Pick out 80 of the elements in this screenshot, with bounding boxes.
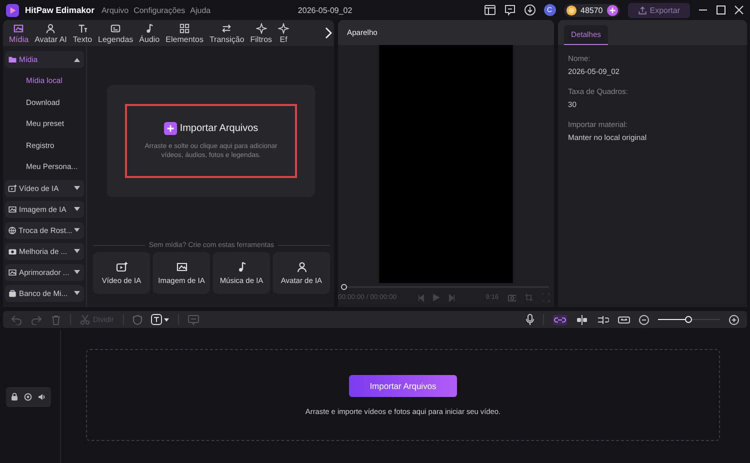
caret-icon <box>74 228 80 232</box>
split-clip-icon[interactable] <box>576 314 588 324</box>
caret-icon <box>74 291 80 295</box>
zoom-in-icon[interactable] <box>729 314 739 324</box>
tab-label: Filtros <box>250 34 272 44</box>
caret-icon <box>74 249 80 253</box>
download-icon[interactable] <box>524 4 536 16</box>
person-icon <box>45 22 56 34</box>
sparkle-icon <box>278 22 290 34</box>
chevron-right-icon[interactable] <box>324 27 332 39</box>
caret-icon <box>74 186 80 190</box>
arrows-icon <box>221 22 232 34</box>
tab-label: Transição <box>209 34 244 44</box>
menu-item[interactable]: Ajuda <box>190 6 211 14</box>
text-icon <box>76 22 88 34</box>
media-tab[interactable]: Elementos <box>162 22 206 44</box>
image-icon <box>8 204 17 214</box>
eye-icon[interactable] <box>24 392 32 400</box>
upload-icon <box>638 6 647 14</box>
speaker-icon[interactable] <box>38 392 46 400</box>
project-title: 2026-05-09_02 <box>298 6 352 14</box>
video-icon <box>8 184 17 192</box>
tab-label: Áudio <box>139 34 160 44</box>
zoom-out-icon[interactable] <box>639 314 649 324</box>
import-title: Importar Arquivos <box>180 122 258 134</box>
media-tab[interactable]: Ef <box>275 22 292 44</box>
coin-balance[interactable]: 48570 <box>564 4 620 16</box>
coin-icon <box>566 4 576 16</box>
app-name: HitPaw Edimakor <box>25 5 94 15</box>
layout-icon[interactable] <box>484 4 496 16</box>
tab-label: Elementos <box>166 34 204 44</box>
caret-icon <box>74 58 80 62</box>
menu-item[interactable]: Configurações <box>134 6 186 14</box>
tab-label: Mídia <box>9 34 29 44</box>
caret-icon <box>74 270 80 274</box>
media-tab[interactable]: Legendas <box>95 22 136 44</box>
folder-icon <box>8 55 17 64</box>
image-icon <box>8 268 17 276</box>
chat-icon[interactable] <box>504 4 516 16</box>
microphone-icon[interactable] <box>526 314 534 325</box>
app-logo-icon <box>6 4 19 16</box>
plus-icon[interactable] <box>606 4 618 16</box>
media-tab[interactable]: Transição <box>206 22 248 44</box>
lock-icon[interactable] <box>11 392 18 400</box>
media-tab[interactable]: Texto <box>70 22 96 44</box>
text-icon <box>150 314 162 325</box>
media-tab[interactable]: Filtros <box>247 22 276 44</box>
fit-icon[interactable] <box>618 314 630 324</box>
grid-icon <box>179 22 190 34</box>
person-icon <box>296 261 308 273</box>
link-icon[interactable] <box>553 314 567 324</box>
import-button[interactable]: Importar Arquivos <box>348 374 458 396</box>
text-tool-dropdown[interactable] <box>150 314 169 325</box>
bag-icon <box>8 288 17 298</box>
scissors-icon <box>80 314 90 324</box>
maximize-icon[interactable] <box>716 5 726 15</box>
caret-icon <box>164 318 169 322</box>
menu-item[interactable]: Arquivo <box>101 6 129 14</box>
media-tab[interactable]: Avatar AI <box>32 22 70 44</box>
sparkle-icon <box>256 22 267 34</box>
shield-icon[interactable] <box>132 314 142 324</box>
globe-icon <box>8 226 17 234</box>
tab-label: Legendas <box>98 34 134 44</box>
tab-label: Avatar AI <box>34 34 67 44</box>
caret-icon <box>74 207 80 211</box>
tab-label: Ef <box>280 34 288 44</box>
coin-count: 48570 <box>580 6 603 14</box>
trim-icon[interactable] <box>597 314 609 324</box>
tab-label: Texto <box>72 34 92 44</box>
video-icon <box>116 261 128 273</box>
captions-icon <box>110 22 122 34</box>
plus-icon <box>164 122 177 135</box>
camera-icon <box>8 246 17 256</box>
image-icon <box>176 261 188 273</box>
image-icon <box>13 22 24 34</box>
close-icon[interactable] <box>734 5 744 15</box>
playhead-handle[interactable] <box>341 284 347 290</box>
media-tab[interactable]: Mídia <box>6 22 32 44</box>
zoom-handle[interactable] <box>685 316 692 323</box>
media-tab[interactable]: Áudio <box>136 22 163 44</box>
